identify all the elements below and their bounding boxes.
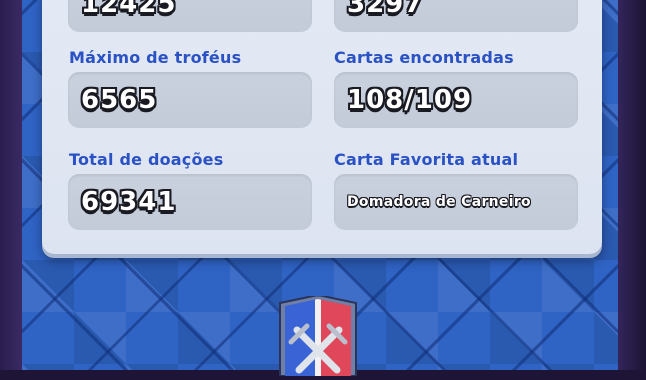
- stats-panel: 12425 3297 Máximo de troféus 6565 Cartas…: [42, 0, 602, 254]
- stat-value-top-right: 3297: [347, 0, 424, 19]
- left-frame: [0, 0, 22, 370]
- total-donations-box: 69341: [68, 174, 312, 230]
- right-frame: [618, 0, 646, 370]
- max-trophies-box: 6565: [68, 72, 312, 128]
- favorite-card-label: Carta Favorita atual: [334, 150, 519, 169]
- total-donations-label: Total de doações: [69, 150, 224, 169]
- stat-value-top-left: 12425: [81, 0, 177, 19]
- cards-found-box: 108/109: [334, 72, 578, 128]
- cards-found-value: 108/109: [347, 85, 473, 115]
- cards-found-label: Cartas encontradas: [334, 48, 514, 67]
- favorite-card-value: Domadora de Carneiro: [347, 194, 531, 210]
- stat-box-top-right: 3297: [334, 0, 578, 32]
- battle-badge[interactable]: [277, 293, 359, 377]
- max-trophies-label: Máximo de troféus: [69, 48, 242, 67]
- favorite-card-box[interactable]: Domadora de Carneiro: [334, 174, 578, 230]
- max-trophies-value: 6565: [81, 85, 158, 115]
- stat-box-top-left: 12425: [68, 0, 312, 32]
- crossed-swords-icon: [279, 293, 357, 377]
- total-donations-value: 69341: [81, 187, 177, 217]
